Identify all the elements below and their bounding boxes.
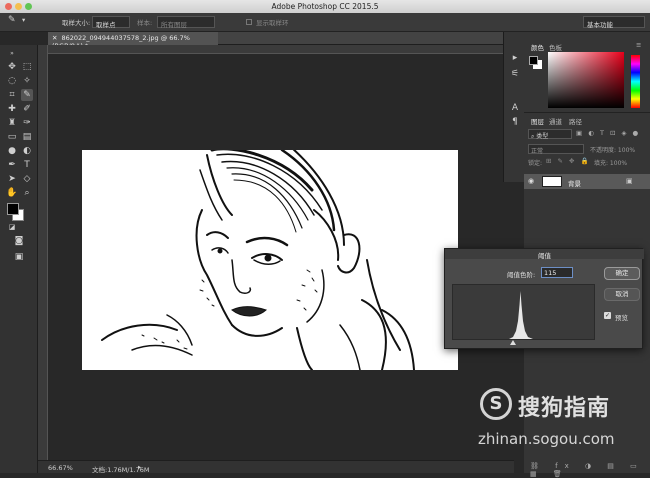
threshold-level-label: 阈值色阶: xyxy=(507,271,536,279)
default-colors-icon[interactable]: ◪ xyxy=(6,221,18,233)
tab-color[interactable]: 颜色 xyxy=(531,42,544,52)
document-image[interactable] xyxy=(82,150,458,370)
tab-layers[interactable]: 图层 xyxy=(531,116,544,126)
gradient-tool-icon[interactable]: ▤ xyxy=(21,131,33,143)
history-panel-icon[interactable]: ▸ xyxy=(509,52,521,64)
layer-thumbnail xyxy=(542,176,562,187)
layer-row-background[interactable]: ◉ 背景 ▣ xyxy=(524,174,650,189)
cancel-button[interactable]: 取消 xyxy=(604,288,640,301)
panel-menu-icon[interactable]: ≡ xyxy=(636,41,641,49)
character-panel-icon[interactable]: A xyxy=(509,102,521,114)
layer-name[interactable]: 背景 xyxy=(568,178,581,188)
threshold-histogram[interactable] xyxy=(452,284,595,340)
app-title: Adobe Photoshop CC 2015.5 xyxy=(271,2,379,11)
threshold-slider-handle[interactable] xyxy=(510,340,516,345)
history-brush-tool-icon[interactable]: ✑ xyxy=(21,117,33,129)
eyedropper-tool-icon[interactable]: ✎ xyxy=(21,89,33,101)
eraser-tool-icon[interactable]: ▭ xyxy=(6,131,18,143)
chevron-right-icon[interactable]: ▸ xyxy=(138,463,141,471)
ruler-horizontal xyxy=(48,45,514,54)
zoom-tool-icon[interactable]: ⌕ xyxy=(21,187,33,199)
foreground-color-swatch[interactable] xyxy=(7,203,19,215)
visibility-eye-icon[interactable]: ◉ xyxy=(528,177,534,185)
quick-mask-icon[interactable]: ◙ xyxy=(13,235,25,247)
tab-paths[interactable]: 路径 xyxy=(569,116,582,126)
preview-checkbox[interactable]: ✓ xyxy=(604,312,611,319)
show-ring-checkbox[interactable] xyxy=(246,19,252,25)
shape-tool-icon[interactable]: ◇ xyxy=(21,173,33,185)
search-icon: ⌕ xyxy=(531,133,535,140)
marquee-tool-icon[interactable]: ⬚ xyxy=(21,61,33,73)
blend-mode-select[interactable]: 正常 xyxy=(528,144,584,155)
sample-select[interactable]: 所有图层 xyxy=(157,16,215,29)
hue-slider[interactable] xyxy=(631,55,640,108)
close-tab-icon[interactable]: ✕ xyxy=(52,34,57,42)
ruler-vertical xyxy=(38,45,48,460)
healing-brush-tool-icon[interactable]: ✚ xyxy=(6,103,18,115)
collapse-toolbar-icon[interactable]: » xyxy=(6,48,18,60)
eyedropper-icon[interactable]: ✎ xyxy=(8,15,16,25)
paragraph-panel-icon[interactable]: ¶ xyxy=(509,116,521,128)
sample-size-label: 取样大小: xyxy=(62,19,91,27)
layer-filter-select[interactable]: ⌕ 类型 xyxy=(528,129,572,140)
clone-stamp-tool-icon[interactable]: ♜ xyxy=(6,117,18,129)
divider xyxy=(524,112,650,113)
layer-filter-icons[interactable]: ▣ ◐ T ⊡ ◈ ● xyxy=(576,129,648,139)
show-ring-label: 显示取样环 xyxy=(256,19,289,27)
ok-button[interactable]: 确定 xyxy=(604,267,640,280)
sample-label: 样本: xyxy=(137,19,153,27)
hand-tool-icon[interactable]: ✋ xyxy=(6,187,18,199)
type-tool-icon[interactable]: T xyxy=(21,159,33,171)
blur-tool-icon[interactable]: ● xyxy=(6,145,18,157)
collapsed-panel-strip: ▸ ⚟ A ¶ xyxy=(503,32,525,182)
lock-label: 锁定: xyxy=(528,160,543,167)
title-bar: Adobe Photoshop CC 2015.5 xyxy=(0,0,650,13)
zoom-level[interactable]: 66.67% xyxy=(48,464,73,472)
tab-swatches[interactable]: 色板 xyxy=(549,42,562,52)
document-tab[interactable]: ✕862022_094944037578_2.jpg @ 66.7%(RGB/8… xyxy=(48,32,218,50)
opacity-field[interactable]: 不透明度: 100% xyxy=(590,145,635,154)
color-fg-swatch[interactable] xyxy=(529,56,538,65)
layer-filter-label: 类型 xyxy=(536,133,549,140)
path-select-tool-icon[interactable]: ➤ xyxy=(6,173,18,185)
pen-tool-icon[interactable]: ✒ xyxy=(6,159,18,171)
crop-tool-icon[interactable]: ⌗ xyxy=(6,89,18,101)
dialog-title: 阈值 xyxy=(445,249,644,260)
lasso-tool-icon[interactable]: ◌ xyxy=(6,75,18,87)
histogram-graph xyxy=(509,291,533,339)
screen-mode-icon[interactable]: ▣ xyxy=(13,251,25,263)
sogou-watermark: S 搜狗指南 zhinan.sogou.com xyxy=(478,388,648,468)
document-tab-bar: ✕862022_094944037578_2.jpg @ 66.7%(RGB/8… xyxy=(48,32,514,50)
options-bar: ✎ ▾ 取样大小: 取样点 样本: 所有图层 显示取样环 基本功能 xyxy=(0,13,650,32)
workspace-select[interactable]: 基本功能 xyxy=(583,16,645,29)
watermark-brand: 搜狗指南 xyxy=(518,396,611,421)
dodge-tool-icon[interactable]: ◐ xyxy=(21,145,33,157)
lock-icon: ▣ xyxy=(626,177,633,185)
color-picker-field[interactable] xyxy=(548,52,624,108)
threshold-portrait-illustration xyxy=(101,150,415,370)
preview-label: 预览 xyxy=(615,314,628,322)
brush-tool-icon[interactable]: ✐ xyxy=(21,103,33,115)
lock-icons[interactable]: ⊞ ✎ ✥ 🔒 xyxy=(546,157,591,165)
fill-field[interactable]: 填充: 100% xyxy=(594,158,627,167)
tools-panel: » ✥ ⬚ ◌ ✧ ⌗ ✎ ✚ ✐ ♜ ✑ ▭ ▤ ● ◐ ✒ T ➤ ◇ ✋ … xyxy=(0,45,38,473)
chevron-down-icon[interactable]: ▾ xyxy=(22,16,25,24)
sample-size-select[interactable]: 取样点 xyxy=(92,16,130,29)
watermark-url: zhinan.sogou.com xyxy=(478,430,615,448)
status-bar: 66.67% 文档:1.76M/1.76M ▸ xyxy=(38,460,514,474)
sogou-logo-icon: S xyxy=(480,388,512,420)
quick-select-tool-icon[interactable]: ✧ xyxy=(21,75,33,87)
threshold-level-input[interactable]: 115 xyxy=(541,267,573,278)
move-tool-icon[interactable]: ✥ xyxy=(6,61,18,73)
adjustments-panel-icon[interactable]: ⚟ xyxy=(509,68,521,80)
tab-channels[interactable]: 通道 xyxy=(549,116,562,126)
